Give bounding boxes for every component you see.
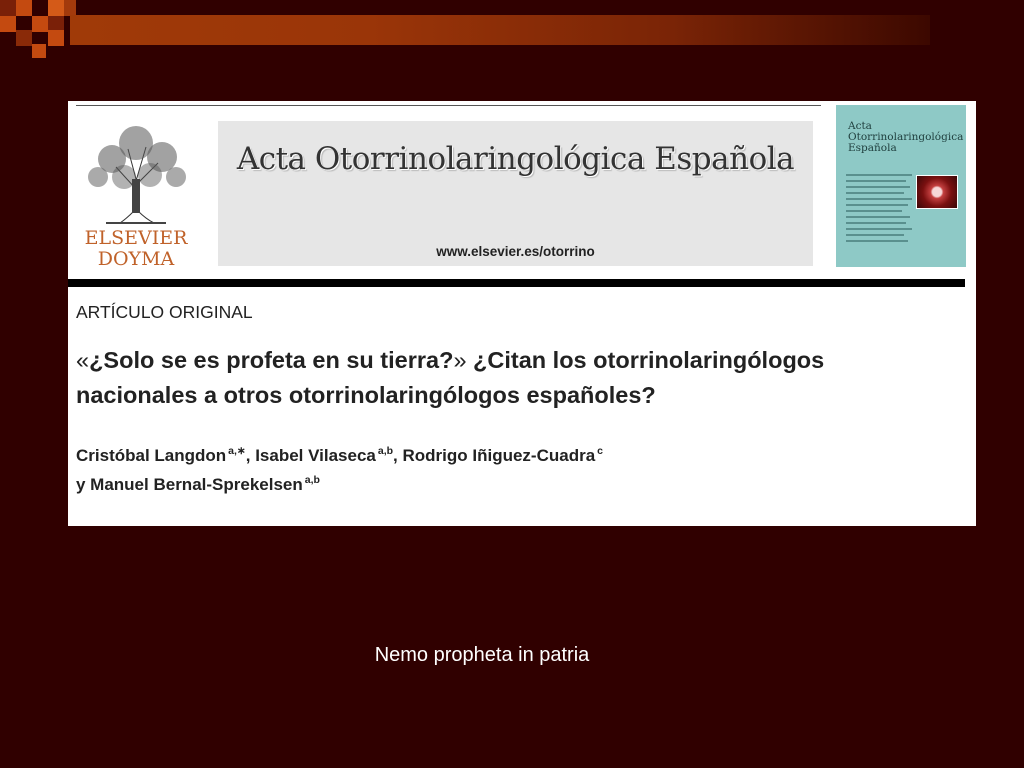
author-name: Cristóbal Langdon bbox=[76, 446, 227, 465]
elsevier-tree-logo: ELSEVIER DOYMA bbox=[85, 126, 188, 269]
cover-text-lines bbox=[846, 174, 912, 242]
journal-url: www.elsevier.es/otorrino bbox=[436, 244, 595, 259]
top-rule bbox=[76, 105, 821, 106]
author-affiliation: a,b bbox=[377, 445, 394, 457]
author-affiliation: c bbox=[597, 445, 603, 457]
cover-photo bbox=[916, 175, 958, 209]
slide-header-decoration bbox=[0, 0, 1024, 62]
author-affiliation: a,b bbox=[304, 474, 320, 486]
author-name: y Manuel Bernal-Sprekelsen bbox=[76, 475, 303, 494]
svg-text:ELSEVIER: ELSEVIER bbox=[85, 227, 188, 249]
slide-caption: Nemo propheta in patria bbox=[374, 644, 590, 666]
article-title: «¿Solo se es profeta en su tierra?» ¿Cit… bbox=[76, 347, 825, 408]
article-section-label: ARTÍCULO ORIGINAL bbox=[76, 302, 253, 322]
journal-banner: Acta Otorrinolaringológica Española www.… bbox=[218, 121, 813, 266]
article-header-image: ELSEVIER DOYMA Acta Otorrinolaringológic… bbox=[68, 101, 976, 526]
author-name: Isabel Vilaseca bbox=[255, 446, 376, 465]
section-rule bbox=[68, 279, 965, 287]
cover-title: Acta Otorrinolaringológica Española bbox=[848, 120, 964, 154]
author-affiliation: a,∗ bbox=[228, 445, 246, 457]
journal-title: Acta Otorrinolaringológica Española bbox=[236, 141, 795, 177]
header-gradient-bar bbox=[70, 15, 930, 45]
author-name: Rodrigo Iñiguez-Cuadra bbox=[402, 446, 596, 465]
svg-text:DOYMA: DOYMA bbox=[98, 248, 175, 269]
journal-cover-thumbnail: Acta Otorrinolaringológica Española bbox=[836, 105, 966, 267]
article-authors: Cristóbal Langdon a,∗, Isabel Vilaseca a,b… bbox=[76, 445, 603, 494]
